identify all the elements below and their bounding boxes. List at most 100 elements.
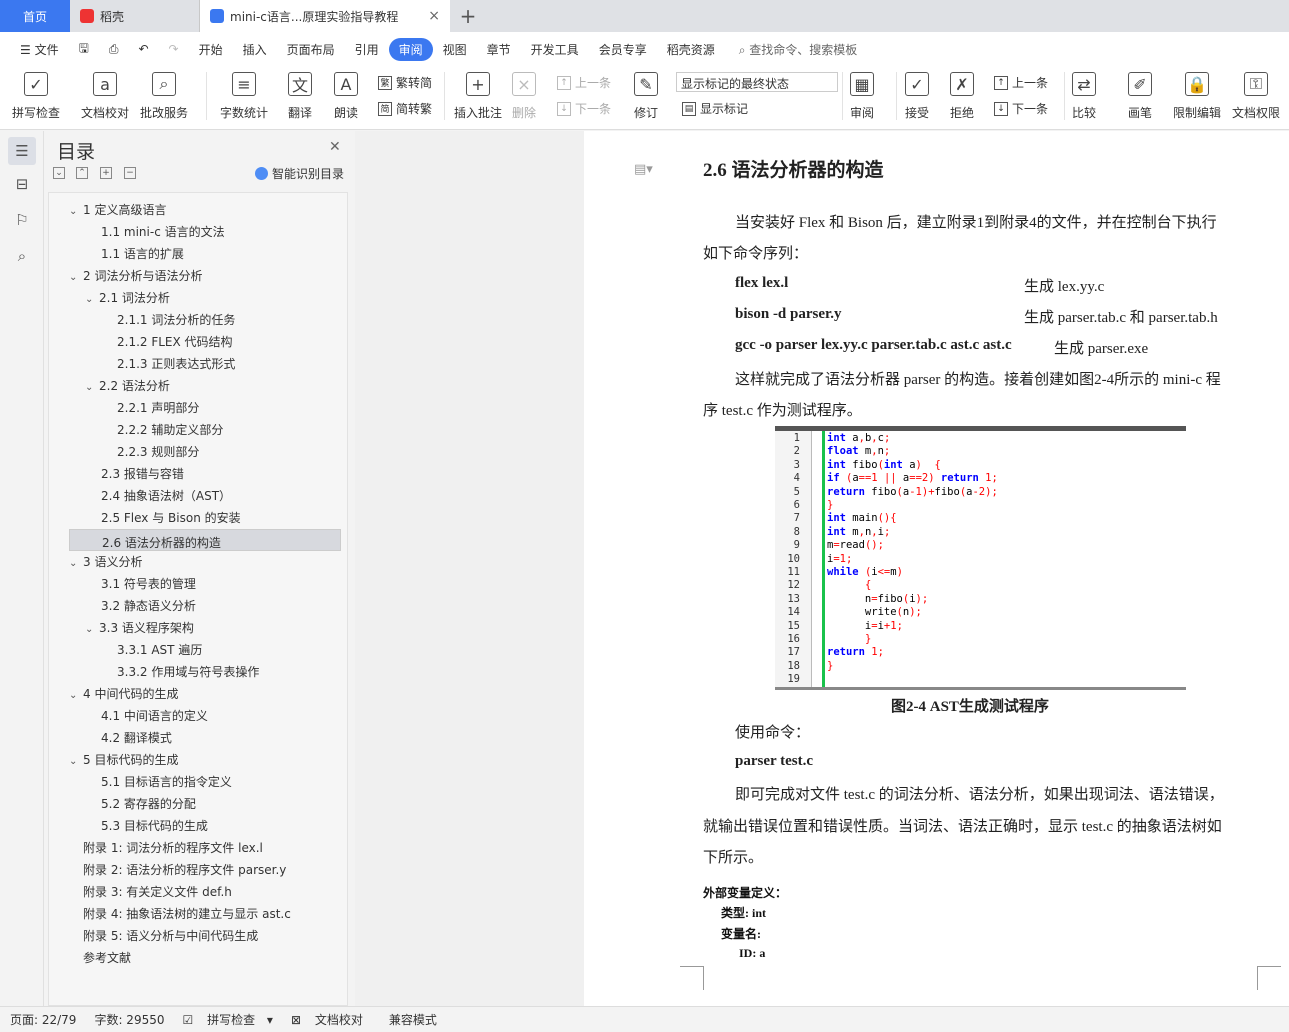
track-changes-button[interactable]: ✎ 修订: [634, 72, 658, 121]
add-heading-icon[interactable]: +: [100, 167, 112, 179]
toc-item[interactable]: 5.1 目标语言的指令定义: [69, 771, 341, 793]
status-spell-check[interactable]: ☑ 拼写检查 ▾: [183, 1011, 273, 1028]
print-icon[interactable]: ⎙: [99, 42, 129, 57]
toc-item[interactable]: 3.1 符号表的管理: [69, 573, 341, 595]
toc-item[interactable]: 附录 1: 词法分析的程序文件 lex.l: [69, 837, 341, 859]
word-count-button[interactable]: ≡ 字数统计: [220, 72, 268, 121]
toc-item[interactable]: 1.1 语言的扩展: [69, 243, 341, 265]
menu-insert[interactable]: 插入: [233, 41, 277, 58]
next-comment-button[interactable]: ↓ 下一条: [557, 100, 611, 117]
save-icon[interactable]: 🖫: [69, 39, 99, 60]
toc-item[interactable]: 2.5 Flex 与 Bison 的安装: [69, 507, 341, 529]
toc-item[interactable]: 4.2 翻译模式: [69, 727, 341, 749]
close-tab-icon[interactable]: ×: [428, 8, 440, 24]
redo-icon[interactable]: ↷: [159, 42, 189, 56]
toc-item[interactable]: 5.2 寄存器的分配: [69, 793, 341, 815]
tab-docer[interactable]: 稻壳: [70, 0, 200, 32]
search-panel-icon[interactable]: ⌕: [12, 247, 32, 267]
menu-layout[interactable]: 页面布局: [277, 41, 345, 58]
review-pane-button[interactable]: ▦ 审阅: [850, 72, 874, 121]
next-change-button[interactable]: ↓ 下一条: [994, 100, 1048, 117]
prev-comment-button[interactable]: ↑ 上一条: [557, 74, 611, 91]
menu-section[interactable]: 章节: [477, 41, 521, 58]
proofread-button[interactable]: a 文档校对: [81, 72, 129, 121]
tab-home[interactable]: 首页: [0, 0, 70, 32]
chevron-down-icon[interactable]: ⌄: [69, 201, 83, 223]
chevron-down-icon[interactable]: ⌄: [69, 267, 83, 289]
toc-item[interactable]: 附录 3: 有关定义文件 def.h: [69, 881, 341, 903]
simp-to-trad-button[interactable]: 简简转繁: [378, 100, 432, 117]
toc-item[interactable]: 2.3 报错与容错: [69, 463, 341, 485]
batch-service-button[interactable]: ⌕ 批改服务: [140, 72, 188, 121]
file-menu[interactable]: 文件: [35, 43, 59, 57]
chevron-down-icon[interactable]: ⌄: [69, 553, 83, 575]
toc-item[interactable]: 4.1 中间语言的定义: [69, 705, 341, 727]
search-command[interactable]: ⌕ 查找命令、搜索模板: [729, 41, 868, 58]
toc-item[interactable]: ⌄ 4 中间代码的生成: [69, 683, 341, 705]
toc-item[interactable]: 2.2.2 辅助定义部分: [69, 419, 341, 441]
menu-start[interactable]: 开始: [189, 41, 233, 58]
toc-item[interactable]: ⌄ 2.1 词法分析: [69, 287, 341, 309]
spell-check-button[interactable]: ✓ 拼写检查: [12, 72, 60, 121]
insert-comment-button[interactable]: + 插入批注: [454, 72, 502, 121]
hamburger-menu-icon[interactable]: ☰ 文件: [10, 41, 69, 58]
toc-item[interactable]: ⌄ 3 语义分析: [69, 551, 341, 573]
trad-to-simp-button[interactable]: 繁繁转简: [378, 74, 432, 91]
menu-member[interactable]: 会员专享: [589, 41, 657, 58]
paragraph-menu-icon[interactable]: ▤▾: [634, 161, 653, 177]
toc-item[interactable]: 3.3.2 作用域与符号表操作: [69, 661, 341, 683]
menu-devtools[interactable]: 开发工具: [521, 41, 589, 58]
toc-item[interactable]: ⌄ 1 定义高级语言: [69, 199, 341, 221]
toc-item[interactable]: 2.1.2 FLEX 代码结构: [69, 331, 341, 353]
close-icon[interactable]: ✕: [329, 139, 341, 155]
toc-item[interactable]: 2.2.1 声明部分: [69, 397, 341, 419]
chevron-down-icon[interactable]: ⌄: [85, 289, 99, 311]
toc-item[interactable]: 参考文献: [69, 947, 341, 969]
translate-button[interactable]: 文翻译: [288, 72, 312, 121]
bookmark-icon[interactable]: ⚐: [12, 211, 32, 231]
toc-item[interactable]: 2.1.1 词法分析的任务: [69, 309, 341, 331]
reject-button[interactable]: ✗ 拒绝: [950, 72, 974, 121]
toc-item[interactable]: 2.1.3 正则表达式形式: [69, 353, 341, 375]
undo-icon[interactable]: ↶: [128, 42, 158, 56]
delete-comment-button[interactable]: × 删除: [512, 72, 536, 121]
menu-docer[interactable]: 稻壳资源: [657, 41, 725, 58]
compare-button[interactable]: ⇄ 比较: [1072, 72, 1096, 121]
chevron-down-icon[interactable]: ⌄: [85, 619, 99, 641]
show-markup-button[interactable]: ▤ 显示标记: [682, 100, 748, 117]
toc-item[interactable]: 1.1 mini-c 语言的文法: [69, 221, 341, 243]
menu-review[interactable]: 审阅: [388, 37, 433, 61]
markup-state-select[interactable]: 显示标记的最终状态: [676, 72, 838, 92]
navigation-icon[interactable]: ⊟: [12, 175, 32, 195]
new-tab-icon[interactable]: +: [450, 0, 486, 32]
toc-item[interactable]: 附录 2: 语法分析的程序文件 parser.y: [69, 859, 341, 881]
chevron-down-icon[interactable]: ⌄: [69, 685, 83, 707]
toc-item[interactable]: 3.3.1 AST 遍历: [69, 639, 341, 661]
status-proofread[interactable]: ⊠ 文档校对: [291, 1011, 371, 1028]
pen-button[interactable]: ✐ 画笔: [1128, 72, 1152, 121]
chevron-down-icon[interactable]: ⌄: [85, 377, 99, 399]
toc-item[interactable]: 2.2.3 规则部分: [69, 441, 341, 463]
read-aloud-button[interactable]: A 朗读: [334, 72, 358, 121]
toc-item[interactable]: ⌄ 5 目标代码的生成: [69, 749, 341, 771]
word-count[interactable]: 字数: 29550: [94, 1011, 164, 1028]
toc-panel-icon[interactable]: ☰: [8, 137, 36, 165]
collapse-all-icon[interactable]: ⌄: [53, 167, 65, 179]
chevron-down-icon[interactable]: ⌄: [69, 751, 83, 773]
toc-item[interactable]: 5.3 目标代码的生成: [69, 815, 341, 837]
doc-rights-button[interactable]: ⚿ 文档权限: [1232, 72, 1280, 121]
accept-button[interactable]: ✓ 接受: [905, 72, 929, 121]
tab-document[interactable]: mini-c语言...原理实验指导教程 ×: [200, 0, 450, 32]
page-indicator[interactable]: 页面: 22/79: [10, 1011, 76, 1028]
remove-heading-icon[interactable]: −: [124, 167, 136, 179]
toc-item[interactable]: 2.4 抽象语法树（AST）: [69, 485, 341, 507]
toc-item[interactable]: ⌄ 2.2 语法分析: [69, 375, 341, 397]
prev-change-button[interactable]: ↑ 上一条: [994, 74, 1048, 91]
toc-item[interactable]: ⌄ 2 词法分析与语法分析: [69, 265, 341, 287]
menu-reference[interactable]: 引用: [345, 41, 389, 58]
toc-item[interactable]: ⌄ 3.3 语义程序架构: [69, 617, 341, 639]
menu-view[interactable]: 视图: [433, 41, 477, 58]
smart-toc-button[interactable]: 智能识别目录: [255, 165, 344, 182]
toc-item[interactable]: 附录 5: 语义分析与中间代码生成: [69, 925, 341, 947]
toc-item[interactable]: 2.6 语法分析器的构造: [69, 529, 341, 551]
